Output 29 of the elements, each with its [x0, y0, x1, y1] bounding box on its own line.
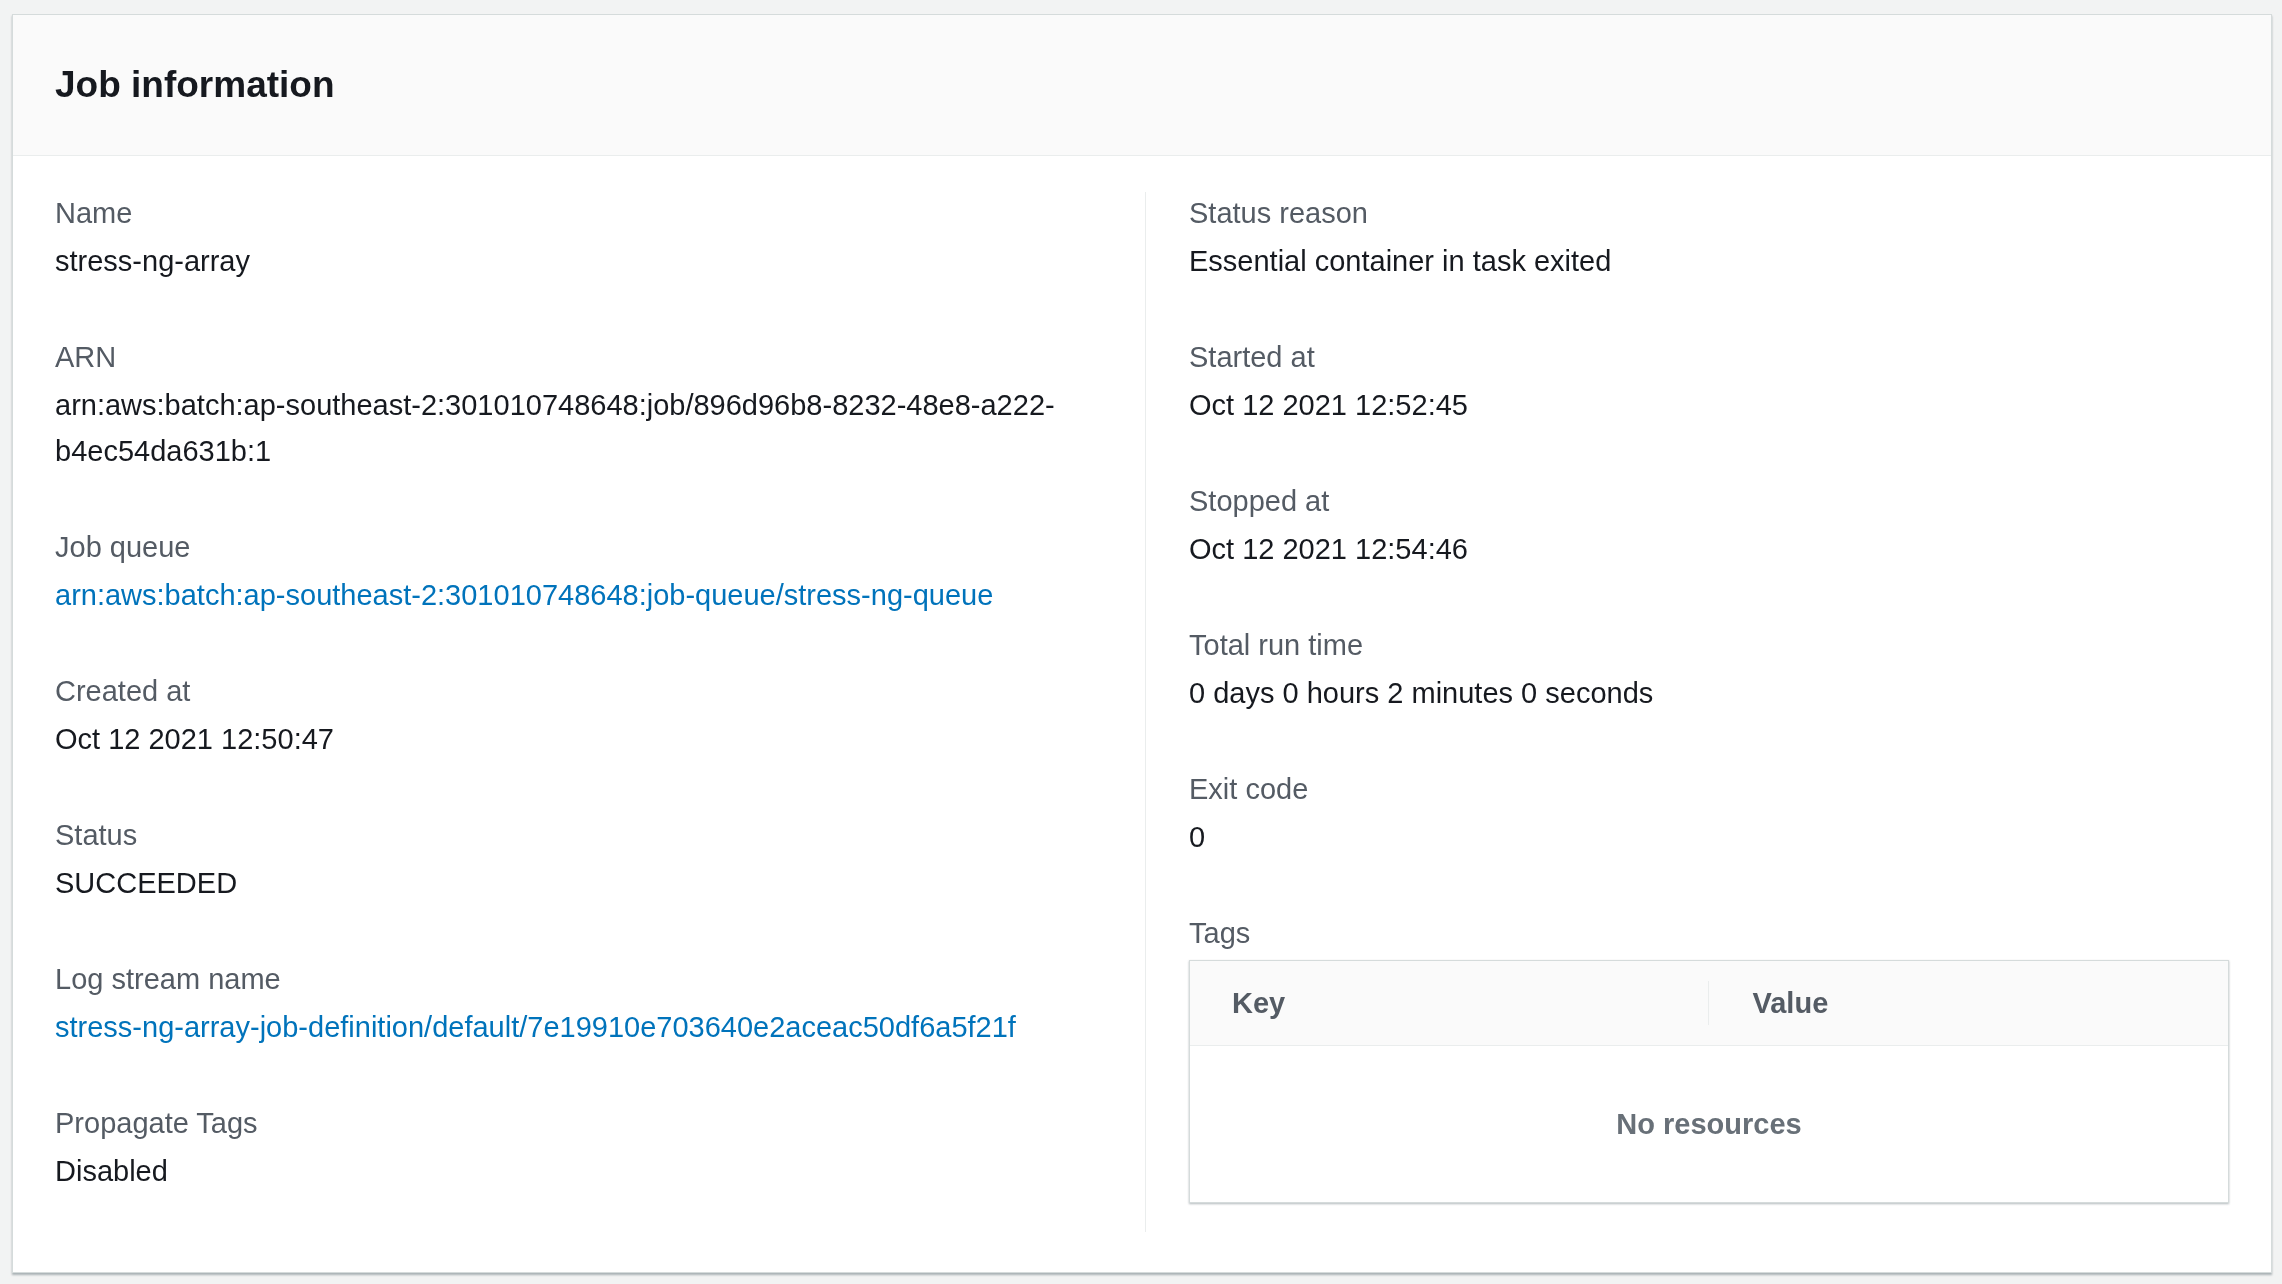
- field-value: Oct 12 2021 12:54:46: [1189, 532, 1469, 567]
- field-label: Name: [55, 196, 134, 231]
- field-link[interactable]: stress-ng-array-job-definition/default/7e19910e703640e2aceac50df6a5f21f: [55, 1004, 1125, 1050]
- field-label: Stopped at: [1189, 484, 1331, 519]
- field-label: Status: [55, 818, 139, 853]
- field-label: Log stream name: [55, 962, 282, 997]
- field-value: Essential container in task exited: [1189, 244, 1613, 279]
- panel-title: Job information: [55, 64, 335, 106]
- field-label: Tags: [1189, 916, 1252, 951]
- field-value: stress-ng-array: [55, 244, 251, 279]
- field-link[interactable]: arn:aws:batch:ap-southeast-2:301010748648:job-queue/stress-ng-queue: [55, 572, 1125, 618]
- empty-message: No resources: [1615, 1106, 1803, 1142]
- field-label: Exit code: [1189, 772, 1310, 807]
- field-label: Started at: [1189, 340, 1316, 375]
- field-value: Oct 12 2021 12:50:47: [55, 722, 335, 757]
- field-value: Disabled: [55, 1154, 169, 1189]
- field-label: Propagate Tags: [55, 1106, 259, 1141]
- field-label: Created at: [55, 674, 192, 709]
- field-label: Total run time: [1189, 628, 1365, 663]
- field-label: Status reason: [1189, 196, 1369, 231]
- field-value: SUCCEEDED: [55, 866, 239, 901]
- column-header: Value: [1707, 981, 2228, 1025]
- field-value: Oct 12 2021 12:52:45: [1189, 388, 1469, 423]
- field-value: 0 days 0 hours 2 minutes 0 seconds: [1189, 676, 1655, 711]
- column-header: Key: [1231, 986, 1287, 1021]
- field-label: ARN: [55, 340, 118, 375]
- field-value: arn:aws:batch:ap-southeast-2:301010748648:job/896d96b8-8232-48e8-a222-b4ec54da631b:1: [55, 388, 1056, 469]
- field-value: 0: [1189, 820, 1207, 855]
- field-label: Job queue: [55, 530, 192, 565]
